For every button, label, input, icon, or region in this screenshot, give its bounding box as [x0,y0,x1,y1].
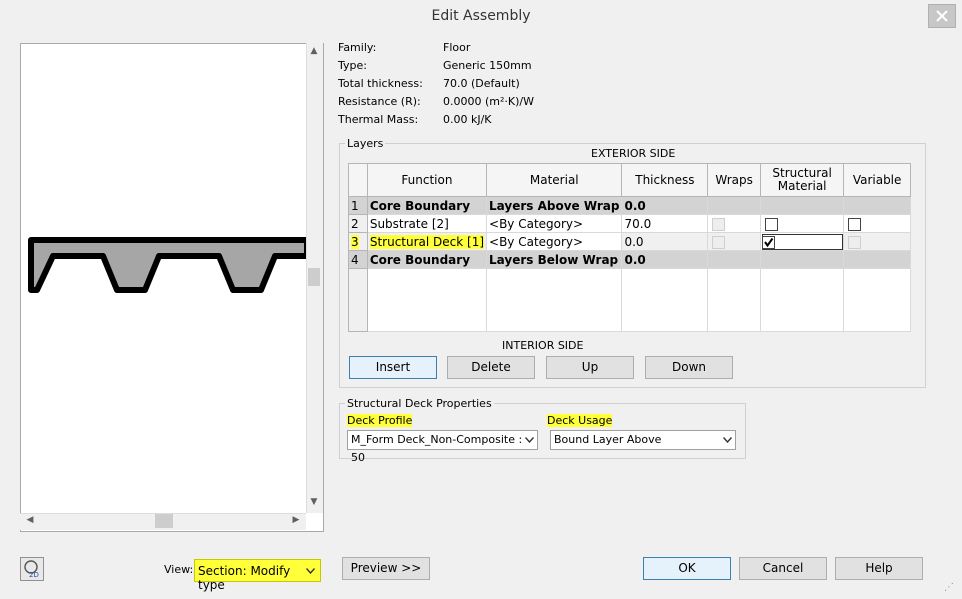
type-label: Type: [338,59,367,72]
function-cell[interactable]: Structural Deck [1] [366,232,488,251]
structural-material-cell[interactable] [760,214,845,233]
down-button[interactable]: Down [645,356,733,379]
exterior-side-label: EXTERIOR SIDE [591,147,676,160]
structural-material-cell[interactable] [760,232,845,251]
view-label: View: [164,563,194,576]
material-cell[interactable]: <By Category> [486,214,623,233]
scroll-up-icon[interactable]: ▲ [308,46,320,56]
close-icon [936,10,948,22]
table-row[interactable]: 4 Core Boundary Layers Below Wrap 0.0 [348,250,911,269]
deck-profile-value: M_Form Deck_Non-Composite : 50 [351,433,523,464]
column-header-number [348,163,368,197]
resistance-value: 0.0000 (m²·K)/W [443,95,534,108]
layers-group-title: Layers [345,137,386,150]
vertical-scroll-thumb[interactable] [308,268,320,286]
thermal-mass-value: 0.00 kJ/K [443,113,492,126]
structural-material-cell [760,250,845,269]
function-cell[interactable]: Substrate [2] [366,214,488,233]
row-number[interactable]: 1 [348,196,368,215]
scroll-left-icon[interactable]: ◀ [24,515,36,525]
variable-cell [843,250,911,269]
deck-profile-label: Deck Profile [347,414,413,427]
structural-material-checkbox[interactable] [765,217,779,231]
insert-button[interactable]: Insert [349,356,437,379]
wraps-cell [707,214,762,233]
wraps-cell [707,196,762,215]
structural-material-checkbox[interactable] [762,235,776,249]
svg-text:2D: 2D [29,571,39,579]
column-header-function[interactable]: Function [366,163,488,197]
view-select-value: Section: Modify type [198,564,291,592]
thickness-cell[interactable]: 0.0 [621,232,709,251]
deck-usage-value: Bound Layer Above [554,433,662,446]
column-header-variable[interactable]: Variable [843,163,911,197]
material-cell[interactable]: <By Category> [486,232,623,251]
scroll-right-icon[interactable]: ▶ [290,515,302,525]
thickness-cell[interactable]: 70.0 [621,214,709,233]
resistance-label: Resistance (R): [338,95,421,108]
deck-profile-select[interactable]: M_Form Deck_Non-Composite : 50 [347,430,538,464]
variable-cell [843,232,911,251]
row-number[interactable]: 3 [348,232,368,251]
thickness-cell[interactable]: 0.0 [621,250,709,269]
row-number[interactable]: 4 [348,250,368,269]
total-thickness-label: Total thickness: [338,77,423,90]
close-button[interactable] [928,4,956,28]
type-value: Generic 150mm [443,59,532,72]
variable-checkbox [848,235,862,249]
row-number[interactable]: 2 [348,214,368,233]
ok-button[interactable]: OK [643,557,731,580]
table-row[interactable]: 1 Core Boundary Layers Above Wrap 0.0 [348,196,911,215]
table-row[interactable]: 2 Substrate [2] <By Category> 70.0 [348,214,911,233]
wraps-cell [707,250,762,269]
scroll-down-icon[interactable]: ▼ [308,497,320,507]
thermal-mass-label: Thermal Mass: [338,113,419,126]
view-select[interactable]: Section: Modify type [194,559,321,592]
column-header-material[interactable]: Material [486,163,623,197]
view-2d-icon: 2D [24,560,39,579]
view-2d-button[interactable]: 2D [20,557,44,581]
deck-usage-label: Deck Usage [547,414,613,427]
deck-usage-select[interactable]: Bound Layer Above [550,430,736,450]
column-header-wraps[interactable]: Wraps [707,163,762,197]
help-button[interactable]: Help [835,557,923,580]
family-value: Floor [443,41,471,54]
variable-cell[interactable] [843,214,911,233]
layers-table[interactable]: Function Material Thickness Wraps Struct… [348,163,911,332]
family-label: Family: [338,41,377,54]
resize-grip[interactable]: ⋰ [944,582,958,596]
empty-row [348,268,911,332]
up-button[interactable]: Up [546,356,634,379]
interior-side-label: INTERIOR SIDE [502,339,584,352]
material-cell[interactable]: Layers Below Wrap [486,250,623,269]
function-cell[interactable]: Core Boundary [366,196,488,215]
column-header-structural-material[interactable]: Structural Material [760,163,845,197]
variable-checkbox[interactable] [848,217,862,231]
dropdown-arrow-icon [525,437,534,443]
window-title: Edit Assembly [431,8,531,24]
delete-button[interactable]: Delete [447,356,535,379]
variable-cell [843,196,911,215]
structural-deck-group-title: Structural Deck Properties [345,397,494,410]
wraps-checkbox [712,217,726,231]
horizontal-scroll-thumb[interactable] [155,514,173,528]
dropdown-arrow-icon [723,437,732,443]
wraps-cell [707,232,762,251]
structural-material-cell [760,196,845,215]
cancel-button[interactable]: Cancel [739,557,827,580]
checkmark-icon [764,237,774,247]
table-row[interactable]: 3 Structural Deck [1] <By Category> 0.0 [348,232,911,251]
column-header-thickness[interactable]: Thickness [621,163,709,197]
thickness-cell[interactable]: 0.0 [621,196,709,215]
layers-header-row: Function Material Thickness Wraps Struct… [348,163,911,197]
deck-section-graphic [28,237,307,293]
dropdown-arrow-icon [306,568,315,574]
function-cell[interactable]: Core Boundary [366,250,488,269]
preview-button[interactable]: Preview >> [342,557,430,580]
wraps-checkbox [712,235,726,249]
material-cell[interactable]: Layers Above Wrap [486,196,623,215]
total-thickness-value: 70.0 (Default) [443,77,520,90]
preview-pane[interactable] [20,43,324,532]
